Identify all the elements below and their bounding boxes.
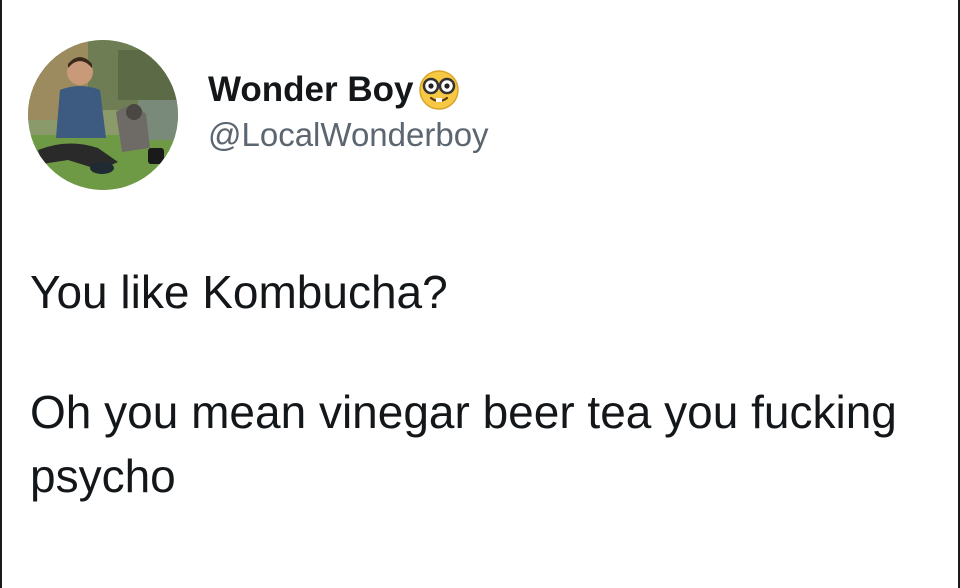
author-identity: Wonder Boy @LocalWonderboy [208,68,489,154]
avatar-photo [28,40,178,190]
tweet-header: Wonder Boy @LocalWonderboy [28,40,489,190]
tweet-text-line: Oh you mean vinegar beer tea you fucking… [30,386,897,502]
display-name[interactable]: Wonder Boy [208,70,413,110]
tweet-card: Wonder Boy @LocalWonderboy You like Komb… [0,0,960,588]
avatar[interactable] [28,40,178,190]
nerd-face-icon [417,68,461,112]
user-handle[interactable]: @LocalWonderboy [208,116,489,154]
tweet-text-line: You like Kombucha? [30,266,448,318]
name-row: Wonder Boy [208,68,489,112]
